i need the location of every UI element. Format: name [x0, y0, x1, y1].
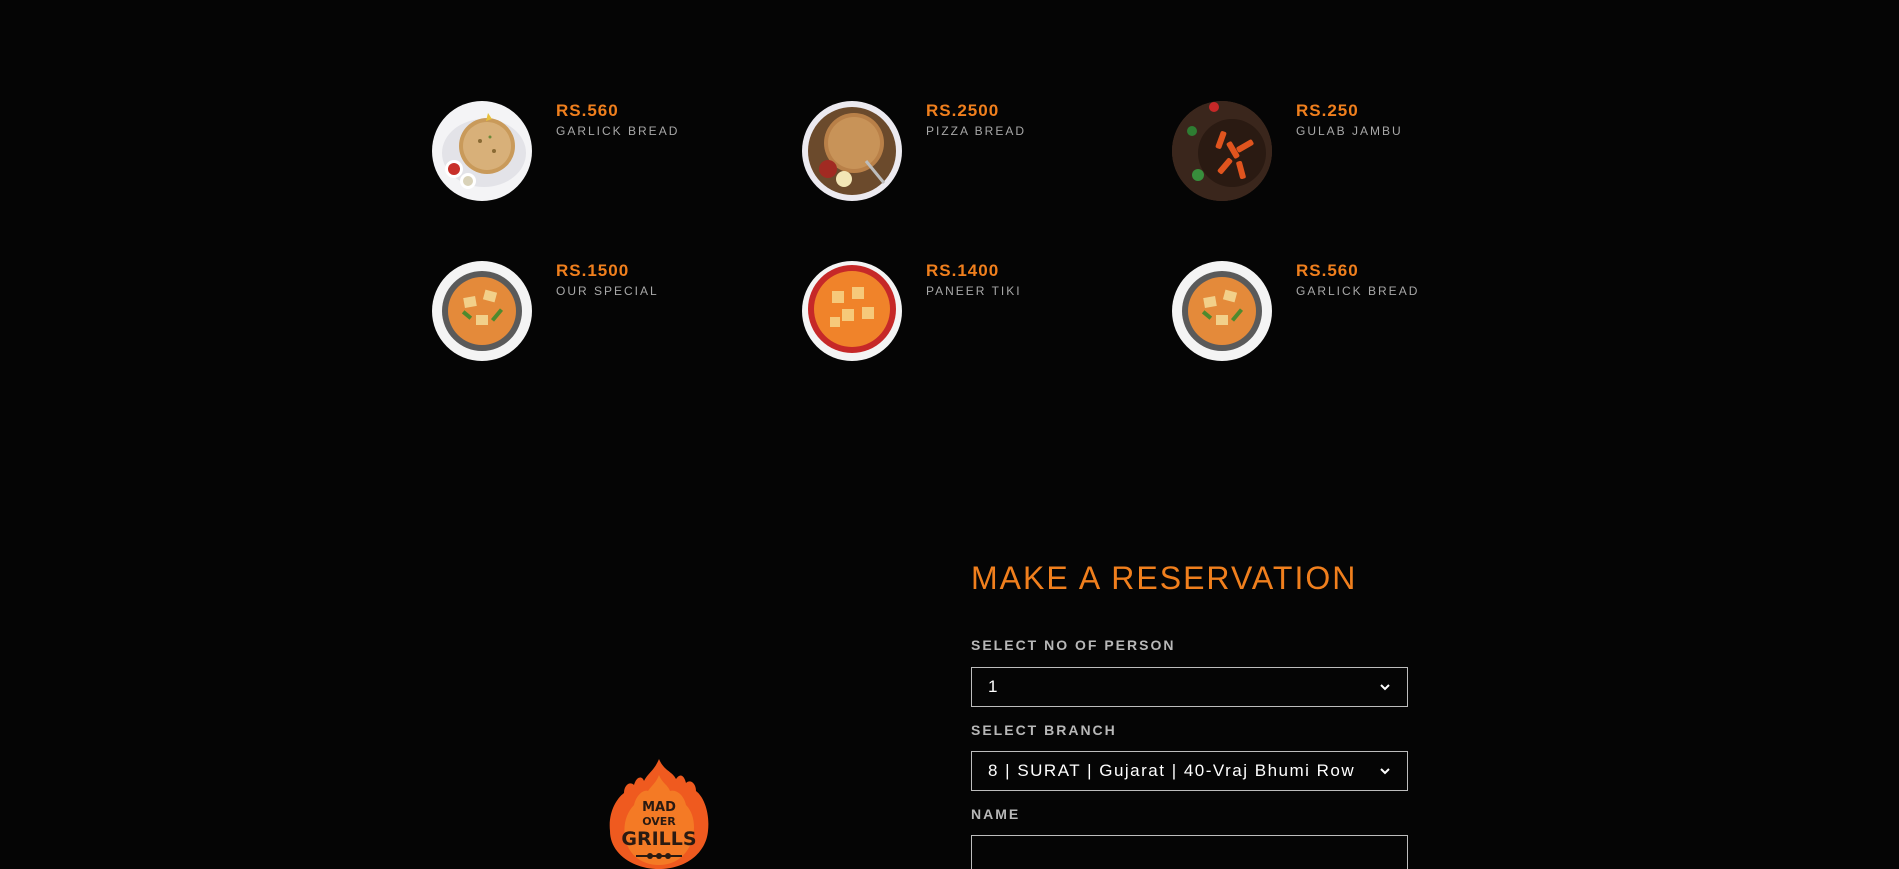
persons-select-value: 1 — [988, 677, 999, 696]
menu-item-name: OUR SPECIAL — [556, 284, 659, 298]
menu-item[interactable]: RS.560 GARLICK BREAD — [432, 101, 752, 201]
menu-item-name: PANEER TIKI — [926, 284, 1022, 298]
curry-image — [1172, 261, 1272, 361]
name-label: NAME — [971, 806, 1021, 822]
menu-item[interactable]: RS.2500 PIZZA BREAD — [802, 101, 1122, 201]
menu-item[interactable]: RS.1500 OUR SPECIAL — [432, 261, 752, 361]
pasta-image — [1172, 101, 1272, 201]
menu-item[interactable]: RS.250 GULAB JAMBU — [1172, 101, 1492, 201]
menu-item-price: RS.2500 — [926, 101, 1000, 120]
menu-item[interactable]: RS.1400 PANEER TIKI — [802, 261, 1122, 361]
persons-select[interactable]: 1 — [971, 667, 1408, 707]
garlic-bread-image — [432, 101, 532, 201]
reservation-title: MAKE A RESERVATION — [971, 560, 1358, 596]
svg-text:GRILLS: GRILLS — [621, 828, 696, 850]
menu-item[interactable]: RS.560 GARLICK BREAD — [1172, 261, 1492, 361]
branch-select-value: 8 | SURAT | Gujarat | 40-Vraj Bhumi Row — [988, 761, 1356, 780]
paneer-image — [802, 261, 902, 361]
persons-label: SELECT NO OF PERSON — [971, 637, 1176, 653]
mad-over-grills-logo: MAD OVER GRILLS — [606, 757, 712, 869]
menu-item-name: GULAB JAMBU — [1296, 124, 1403, 138]
chevron-down-icon — [1380, 684, 1390, 691]
menu-item-price: RS.1500 — [556, 261, 630, 280]
menu-grid: RS.560 GARLICK BREAD RS.2500 PIZZA BREAD — [432, 101, 1532, 401]
chevron-down-icon — [1380, 768, 1390, 775]
svg-text:MAD: MAD — [642, 800, 676, 815]
menu-item-name: GARLICK BREAD — [1296, 284, 1420, 298]
menu-item-name: GARLICK BREAD — [556, 124, 680, 138]
menu-item-price: RS.560 — [556, 101, 619, 120]
pizza-bread-image — [802, 101, 902, 201]
curry-image — [432, 261, 532, 361]
menu-item-price: RS.250 — [1296, 101, 1359, 120]
name-input[interactable] — [971, 835, 1408, 869]
svg-text:OVER: OVER — [642, 815, 676, 828]
reservation-form: MAKE A RESERVATION SELECT NO OF PERSON 1… — [971, 560, 1411, 869]
menu-item-price: RS.1400 — [926, 261, 1000, 280]
branch-select[interactable]: 8 | SURAT | Gujarat | 40-Vraj Bhumi Row — [971, 751, 1408, 791]
branch-label: SELECT BRANCH — [971, 722, 1117, 738]
menu-item-name: PIZZA BREAD — [926, 124, 1027, 138]
menu-item-price: RS.560 — [1296, 261, 1359, 280]
